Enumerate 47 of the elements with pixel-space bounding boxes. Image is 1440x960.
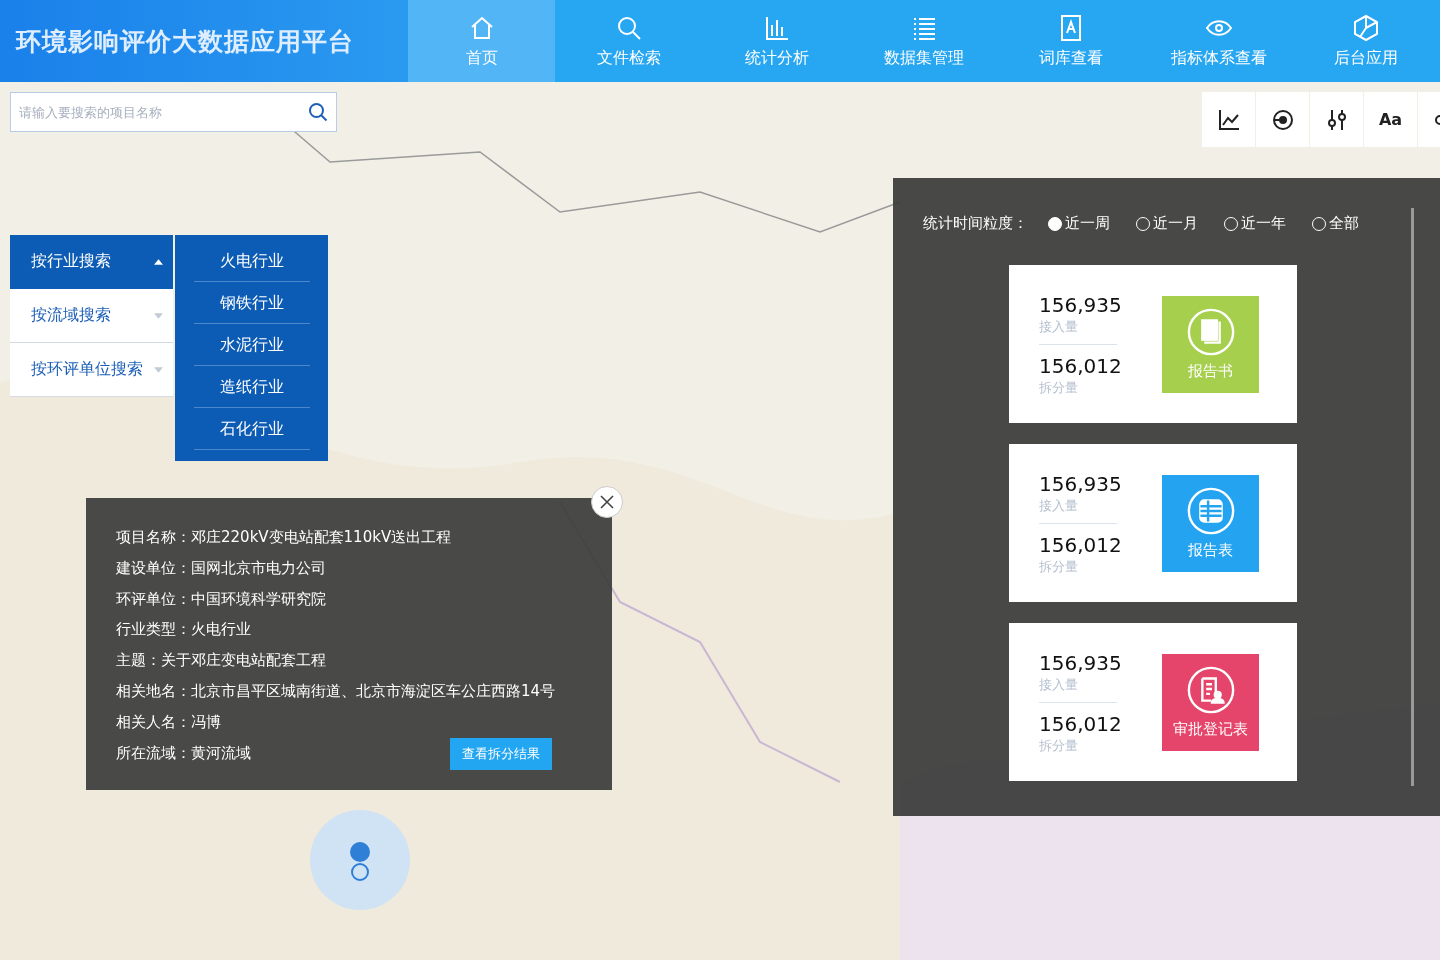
stat-caption: 拆分量 [1039,557,1079,576]
submenu-item[interactable]: 火电行业 [193,241,310,282]
period-radio[interactable]: 近一年 [1224,214,1286,233]
site-title: 环境影响评价大数据应用平台 [16,25,354,58]
line-chart-icon [1216,107,1241,132]
period-radio[interactable]: 近一周 [1048,214,1110,233]
menu-item[interactable]: 按行业搜索 [10,235,173,289]
table-icon [1185,486,1236,536]
caret-icon [154,366,163,373]
menu-item[interactable]: 按环评单位搜索 [10,343,173,397]
stat-caption: 拆分量 [1039,736,1079,755]
cube-icon [1352,13,1381,42]
stat-caption: 接入量 [1039,317,1079,336]
caret-icon [154,312,163,319]
submenu-item[interactable]: 钢铁行业 [193,283,310,324]
book-icon [1185,307,1236,357]
info-line: 建设单位：国网北京市电力公司 [116,557,326,579]
circle-dot-icon [1270,107,1295,132]
stat-caption: 拆分量 [1039,378,1079,397]
line-chart-button[interactable] [1202,92,1255,147]
submenu-item[interactable]: 造纸行业 [193,367,310,408]
submenu-item[interactable]: 水泥行业 [193,325,310,366]
search-input[interactable]: 请输入要搜索的项目名称 [19,104,300,120]
sliders-button[interactable] [1310,92,1363,147]
location-marker-icon[interactable] [310,810,410,910]
locate-button[interactable] [1256,92,1309,147]
period-radio[interactable]: 近一月 [1136,214,1198,233]
info-line: 相关人名：冯博 [116,711,221,733]
period-radio[interactable]: 全部 [1312,214,1359,233]
stat-caption: 接入量 [1039,496,1079,515]
info-line: 相关地名：北京市昌平区城南街道、北京市海淀区车公庄西路14号 [116,681,556,702]
search-icon [308,102,328,122]
close-icon [599,494,615,510]
caret-icon [154,258,163,265]
submenu-item[interactable]: 石化行业 [193,409,310,450]
search-field[interactable]: 请输入要搜索的项目名称 [10,92,337,132]
document-person-icon [1185,665,1236,715]
period-label: 统计时间粒度： [923,214,1028,233]
info-line: 所在流域：黄河流域 [116,742,251,764]
info-line: 环评单位：中国环境科学研究院 [116,588,326,610]
info-line: 项目名称：邓庄220kV变电站配套110kV送出工程 [116,527,452,548]
info-line: 行业类型：火电行业 [116,619,251,641]
info-line: 主题：关于邓庄变电站配套工程 [116,650,326,672]
menu-item[interactable]: 按流域搜索 [10,289,173,343]
stat-caption: 接入量 [1039,675,1079,694]
font-button[interactable]: Aa [1364,92,1417,147]
category-tile[interactable]: 审批登记表 [1162,653,1259,751]
